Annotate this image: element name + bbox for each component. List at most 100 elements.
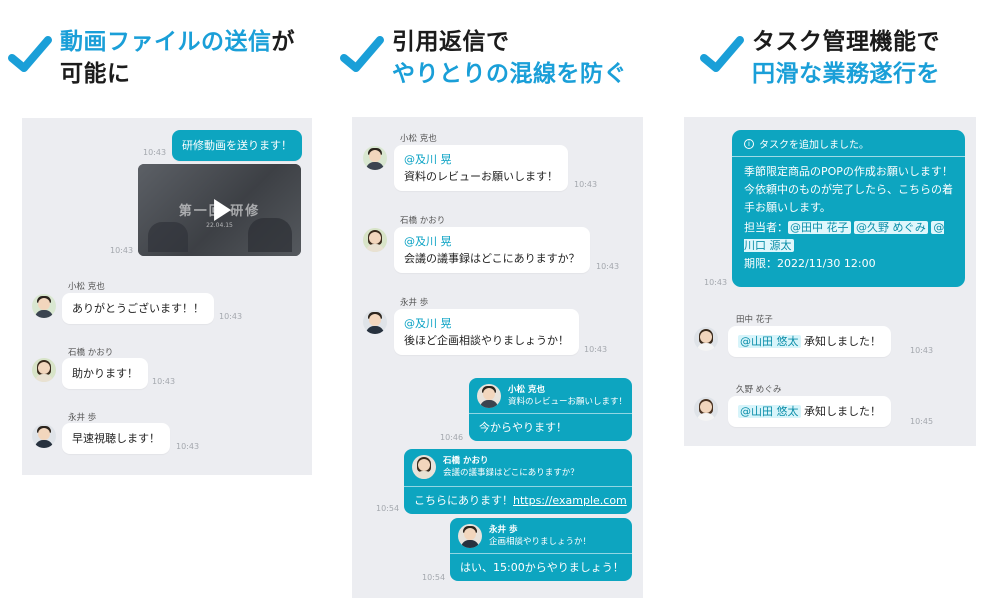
message-bubble[interactable]: @山田 悠太 承知しました！	[728, 396, 891, 427]
timestamp: 10:43	[910, 346, 934, 355]
reply-text: はい、15:00からやりましょう！	[460, 561, 624, 574]
message-bubble[interactable]: @及川 晃 資料のレビューお願いします！	[394, 145, 568, 191]
message-bubble[interactable]: @山田 悠太 承知しました！	[728, 326, 891, 357]
timestamp: 10:43	[584, 345, 608, 354]
heading-video-dark: が	[271, 29, 295, 55]
timestamp: 10:43	[110, 246, 134, 255]
chat-panel-video: 研修動画を送ります！ 10:43 第一回 研修 22.04.15 10:43 小…	[22, 118, 312, 475]
heading-quote-line2: やりとりの混線を防ぐ	[392, 61, 627, 87]
video-date: 22.04.15	[206, 222, 233, 229]
quoted-sender-name: 小松 克也	[508, 385, 545, 395]
timestamp: 10:45	[910, 417, 934, 426]
message-bubble[interactable]: 助かります！	[62, 358, 148, 389]
assignee-mention[interactable]: @田中 花子	[788, 221, 851, 234]
message-bubble[interactable]: ありがとうございます！！	[62, 293, 214, 324]
sender-name: 田中 花子	[736, 315, 773, 325]
mention[interactable]: @及川 晃	[404, 233, 580, 250]
video-thumbnail[interactable]: 第一回 研修 22.04.15	[138, 164, 301, 256]
checkmark-icon	[700, 36, 744, 72]
play-icon[interactable]	[213, 199, 231, 221]
message-bubble[interactable]: @及川 晃 後ほど企画相談やりましょうか！	[394, 309, 579, 355]
heading-task-line2: 円滑な業務遂行を	[752, 61, 940, 87]
sender-name: 石橋 かおり	[68, 348, 114, 358]
avatar[interactable]	[363, 310, 387, 334]
avatar[interactable]	[694, 327, 718, 351]
quoted-sender-name: 永井 歩	[489, 525, 518, 535]
avatar	[477, 384, 501, 408]
mention[interactable]: @及川 晃	[404, 151, 558, 168]
avatar[interactable]	[32, 294, 56, 318]
avatar[interactable]	[363, 228, 387, 252]
reply-text: 今からやります！	[479, 421, 567, 434]
avatar[interactable]	[32, 358, 56, 382]
avatar	[412, 455, 436, 479]
sent-message[interactable]: 研修動画を送ります！	[172, 130, 302, 161]
assignee-label: 担当者：	[744, 221, 788, 234]
timestamp: 10:46	[440, 433, 464, 442]
task-body: 季節限定商品のPOPの作成お願いします！今依頼中のものが完了したら、こちらの着手…	[744, 163, 955, 273]
quoted-message[interactable]: 石橋 かおり 会議の議事録はどこにありますか？	[412, 455, 579, 479]
sender-name: 小松 克也	[400, 134, 437, 144]
heading-quote-line1: 引用返信で	[392, 29, 510, 55]
task-header-text: タスクを追加しました。	[759, 140, 869, 151]
timestamp: 10:43	[596, 262, 620, 271]
quote-reply[interactable]: 小松 克也 資料のレビューお願いします！ 今からやります！	[469, 378, 632, 441]
avatar[interactable]	[694, 397, 718, 421]
reply-message: こちらにあります！	[414, 494, 513, 507]
message-text: 会議の議事録はどこにありますか？	[404, 252, 580, 265]
message-text: 承知しました！	[800, 335, 881, 348]
task-deadline: 期限：2022/11/30 12:00	[744, 257, 876, 270]
reply-link[interactable]: https://example.com	[513, 494, 627, 507]
timestamp: 10:43	[704, 278, 728, 287]
task-description: 季節限定商品のPOPの作成お願いします！今依頼中のものが完了したら、こちらの着手…	[744, 165, 953, 214]
mention[interactable]: @及川 晃	[404, 315, 569, 332]
task-header: i タスクを追加しました。	[744, 136, 869, 151]
sender-name: 小松 克也	[68, 282, 105, 292]
quoted-text: 資料のレビューお願いします！	[508, 397, 628, 407]
timestamp: 10:54	[376, 504, 400, 513]
reply-text: こちらにあります！https://example.com	[414, 493, 627, 509]
quoted-message[interactable]: 永井 歩 企画相談やりましょうか！	[458, 524, 591, 548]
message-text: 承知しました！	[800, 405, 881, 418]
heading-task: タスク管理機能で 円滑な業務遂行を	[700, 26, 940, 90]
sender-name: 石橋 かおり	[400, 216, 446, 226]
quote-reply[interactable]: 永井 歩 企画相談やりましょうか！ はい、15:00からやりましょう！	[450, 518, 632, 581]
mention[interactable]: @山田 悠太	[738, 335, 801, 348]
heading-quote: 引用返信で やりとりの混線を防ぐ	[340, 26, 627, 90]
timestamp: 10:43	[219, 312, 243, 321]
avatar[interactable]	[363, 146, 387, 170]
task-assignees: 担当者： @田中 花子 @久野 めぐみ @川口 源太	[744, 219, 955, 255]
divider	[732, 156, 965, 157]
timestamp: 10:43	[176, 442, 200, 451]
task-card[interactable]: i タスクを追加しました。 季節限定商品のPOPの作成お願いします！今依頼中のも…	[732, 130, 965, 287]
sender-name: 永井 歩	[400, 298, 429, 308]
divider	[450, 553, 632, 554]
divider	[469, 413, 632, 414]
assignee-mention[interactable]: @久野 めぐみ	[854, 221, 928, 234]
heading-video-line2: 可能に	[60, 61, 131, 87]
mention[interactable]: @山田 悠太	[738, 405, 801, 418]
timestamp: 10:54	[422, 573, 446, 582]
quote-reply[interactable]: 石橋 かおり 会議の議事録はどこにありますか？ こちらにあります！https:/…	[404, 449, 632, 514]
message-bubble[interactable]: 早速視聴します！	[62, 423, 170, 454]
heading-video: 動画ファイルの送信が 可能に	[8, 26, 295, 90]
sender-name: 永井 歩	[68, 413, 97, 423]
divider	[404, 486, 632, 487]
message-text: 資料のレビューお願いします！	[404, 170, 558, 183]
heading-task-line1: タスク管理機能で	[752, 29, 940, 55]
info-icon: i	[744, 138, 754, 149]
checkmark-icon	[8, 36, 52, 72]
timestamp: 10:43	[574, 180, 598, 189]
avatar	[458, 524, 482, 548]
quoted-sender-name: 石橋 かおり	[443, 456, 489, 466]
quoted-message[interactable]: 小松 克也 資料のレビューお願いします！	[477, 384, 627, 408]
chat-panel-quote: 小松 克也 @及川 晃 資料のレビューお願いします！ 10:43 石橋 かおり …	[352, 117, 643, 598]
sender-name: 久野 めぐみ	[736, 385, 782, 395]
message-text: 後ほど企画相談やりましょうか！	[404, 334, 569, 347]
message-bubble[interactable]: @及川 晃 会議の議事録はどこにありますか？	[394, 227, 590, 273]
quoted-text: 企画相談やりましょうか！	[489, 537, 592, 547]
avatar[interactable]	[32, 424, 56, 448]
heading-video-blue: 動画ファイルの送信	[60, 29, 272, 55]
quoted-text: 会議の議事録はどこにありますか？	[443, 468, 579, 478]
chat-panel-task: i タスクを追加しました。 季節限定商品のPOPの作成お願いします！今依頼中のも…	[684, 117, 976, 446]
